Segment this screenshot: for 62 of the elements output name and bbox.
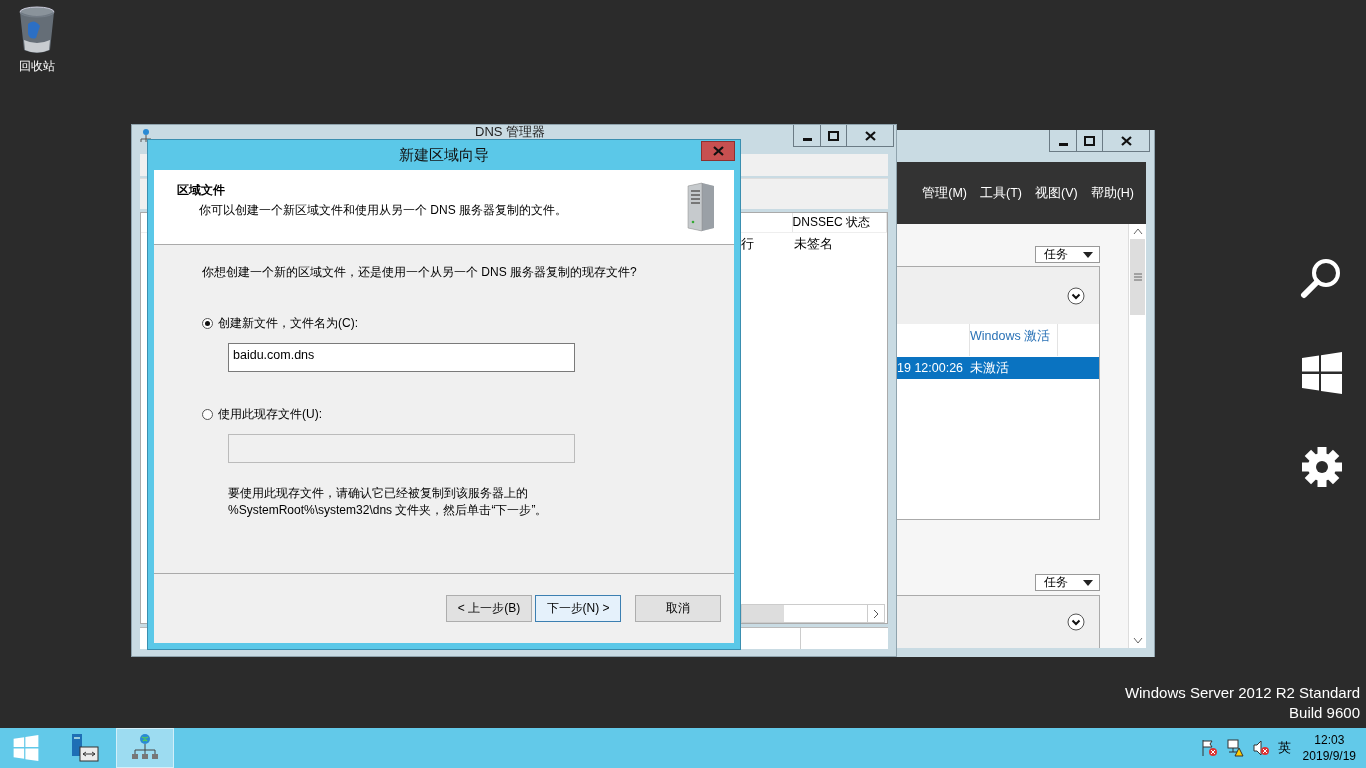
tasks-dropdown[interactable]: 任务 <box>1035 246 1100 263</box>
muted-speaker-icon[interactable] <box>1251 739 1270 757</box>
minimize-icon <box>802 137 812 141</box>
minimize-button[interactable] <box>1049 130 1077 152</box>
page-heading: 区域文件 <box>177 182 226 199</box>
caret-icon <box>1083 579 1093 586</box>
grip-icon <box>1133 273 1142 281</box>
desktop-icon-label: 回收站 <box>19 58 55 75</box>
close-button[interactable] <box>1103 130 1150 152</box>
minimize-button[interactable] <box>793 125 821 147</box>
table-cell: 未签名 <box>794 235 833 253</box>
build-text: Build 9600 <box>1289 704 1360 721</box>
help-text: 要使用此现存文件，请确认它已经被复制到该服务器上的 %SystemRoot%\system32\dns 文件夹，然后单击“下一步”。 <box>228 485 549 519</box>
close-icon <box>864 130 876 141</box>
expand-icon[interactable] <box>1067 286 1085 305</box>
clock-date[interactable]: 2019/9/19 <box>1302 748 1356 764</box>
caret-icon <box>1083 251 1093 258</box>
scroll-right-icon[interactable] <box>873 608 879 619</box>
server-icon <box>684 182 716 232</box>
column-header[interactable]: Windows 激活 <box>970 324 1058 356</box>
dialog-button[interactable]: 下一步(N) > <box>535 595 621 622</box>
table-row[interactable]: 19 12:00:26 未激活 <box>897 357 1099 379</box>
windows-logo-icon[interactable] <box>1301 352 1343 394</box>
table-cell-text: 行 <box>741 235 755 253</box>
close-button[interactable] <box>847 125 894 147</box>
dialog-title: 新建区域向导 <box>399 145 489 165</box>
menu-item[interactable]: 视图(V) <box>1034 184 1078 202</box>
window-title: DNS 管理器 <box>475 125 546 139</box>
maximize-icon <box>1084 135 1095 146</box>
file-name-field[interactable]: baidu.com.dns <box>228 343 575 372</box>
clock-time[interactable]: 12:03 <box>1314 732 1345 748</box>
expand-icon[interactable] <box>1067 613 1085 631</box>
scrollbar[interactable] <box>741 604 885 623</box>
windows-logo-icon <box>13 735 39 761</box>
question-text: 你想创建一个新的区域文件，还是使用一个从另一个 DNS 服务器复制的现存文件? <box>202 264 638 281</box>
scrollbar[interactable] <box>1128 224 1146 648</box>
os-edition-text: Windows Server 2012 R2 Standard <box>1124 684 1360 701</box>
maximize-button[interactable] <box>821 125 847 147</box>
radio-option[interactable]: 创建新文件，文件名为(C): <box>202 315 734 332</box>
close-icon <box>1120 135 1132 146</box>
dialog-button[interactable]: 取消 <box>635 595 721 622</box>
flag-icon[interactable] <box>1199 739 1218 757</box>
input-language[interactable]: 英 <box>1277 739 1291 757</box>
dialog-button[interactable]: < 上一步(B) <box>446 595 532 622</box>
page-description: 你可以创建一个新区域文件和使用从另一个 DNS 服务器复制的文件。 <box>198 202 567 219</box>
minimize-icon <box>1058 142 1068 146</box>
menu-item[interactable]: 帮助(H) <box>1090 184 1134 202</box>
menu-item[interactable]: 工具(T) <box>980 184 1022 202</box>
menu-item[interactable]: 管理(M) <box>922 184 967 202</box>
taskbar-app[interactable] <box>116 728 174 768</box>
table-cell: 未激活 <box>970 359 1009 377</box>
column-header[interactable]: DNSSEC 状态 <box>792 213 887 232</box>
recycle-bin-icon[interactable] <box>18 6 56 54</box>
tasks-dropdown[interactable]: 任务 <box>1035 574 1100 591</box>
table-cell-text: 19 12:00:26 <box>897 361 965 375</box>
close-icon <box>712 146 724 156</box>
maximize-icon <box>828 130 839 141</box>
radio-option[interactable]: 使用此现存文件(U): <box>202 406 734 423</box>
maximize-button[interactable] <box>1077 130 1103 152</box>
settings-icon[interactable] <box>1301 446 1343 488</box>
network-icon[interactable] <box>1225 739 1244 757</box>
app-icon <box>140 128 152 144</box>
